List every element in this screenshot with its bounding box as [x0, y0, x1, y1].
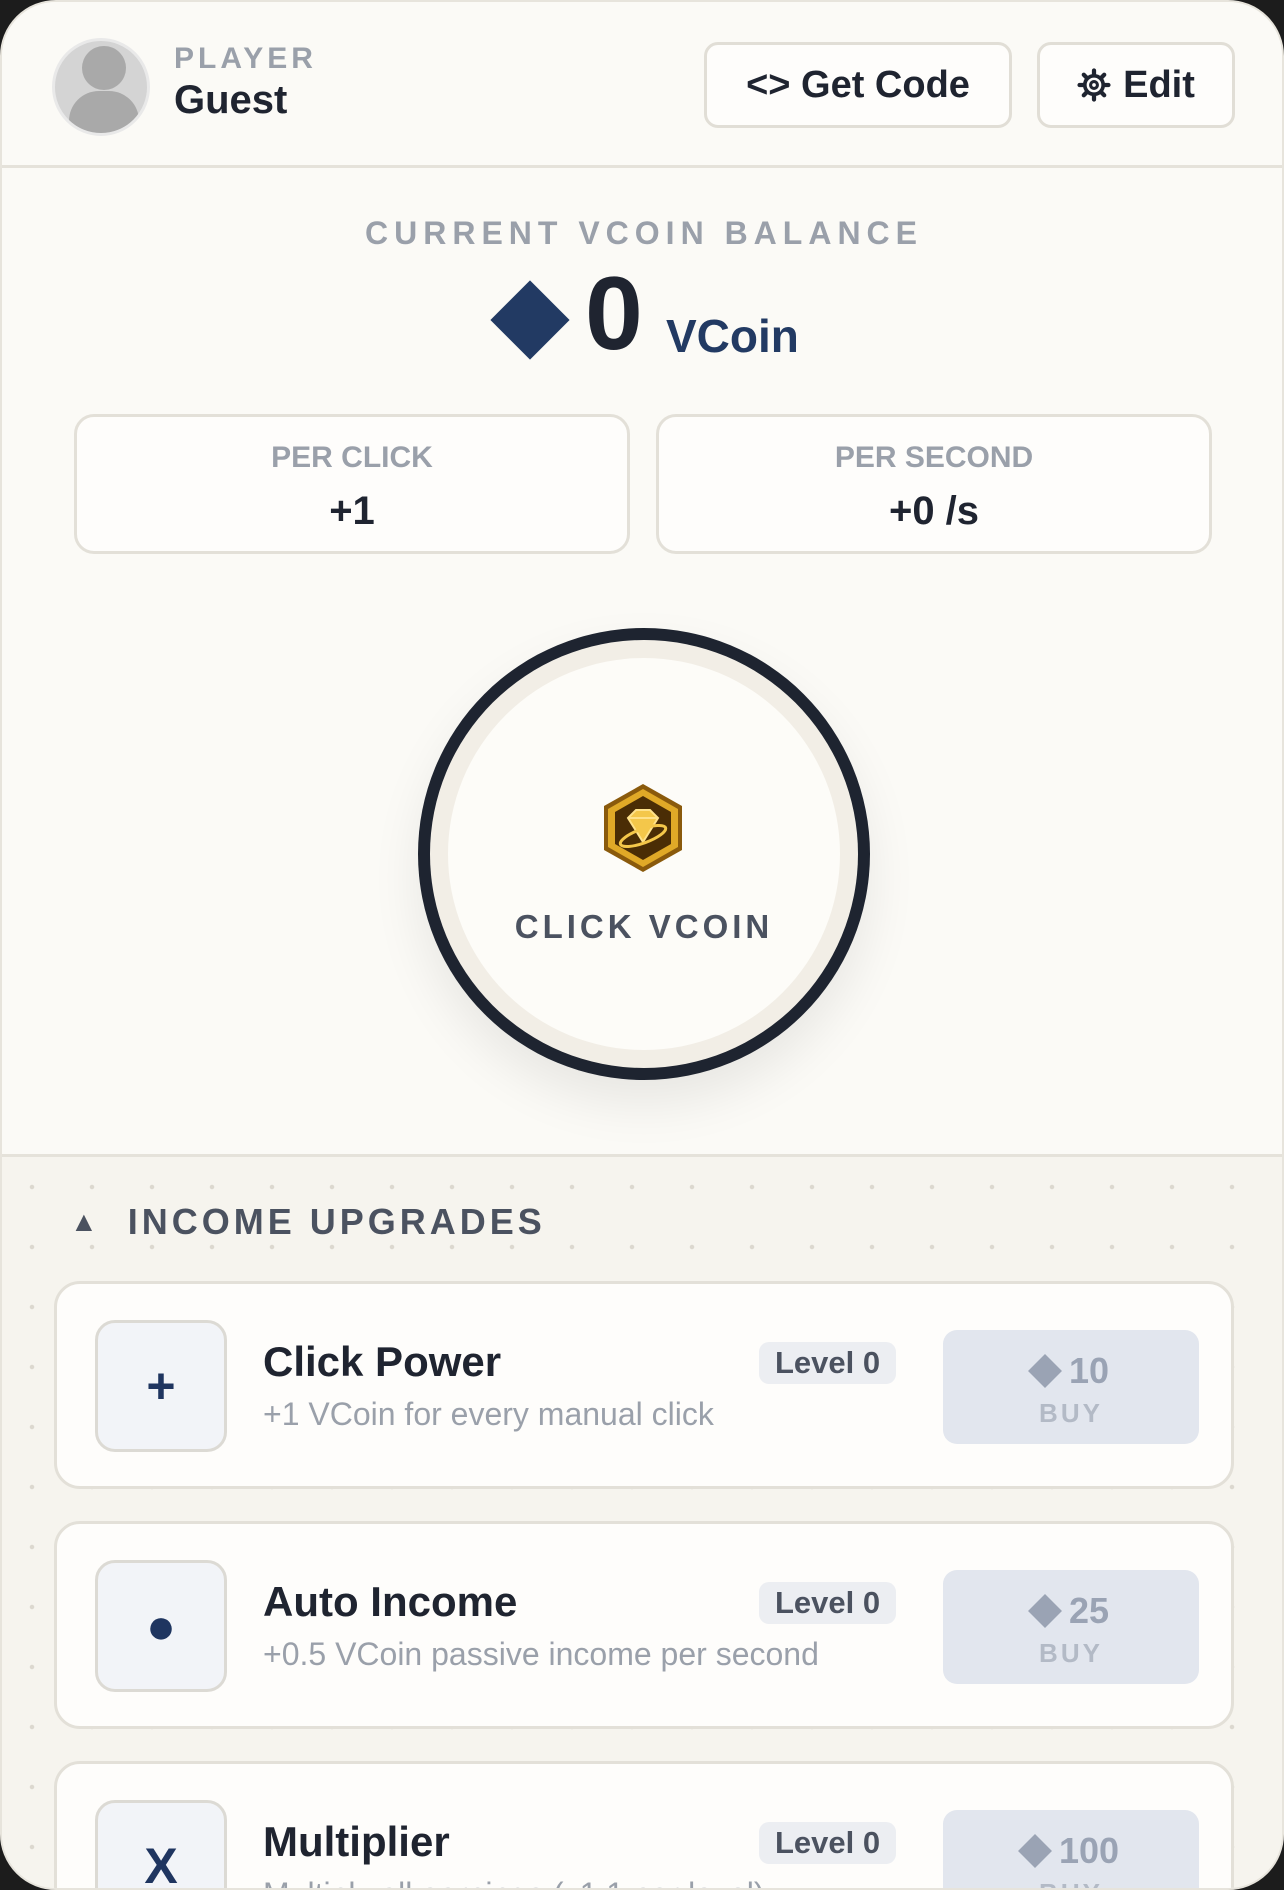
edit-label: Edit [1123, 63, 1195, 106]
app-window: PLAYER Guest <> Get Code Edit CURRENT VC… [0, 0, 1284, 1890]
avatar[interactable] [52, 38, 150, 136]
upgrade-card-multiplier: X Multiplier Multiply all earnings (x1.1… [54, 1761, 1234, 1888]
per-click-value: +1 [329, 489, 375, 533]
click-vcoin-button[interactable]: CLICK VCOIN [418, 628, 870, 1080]
per-click-label: PER CLICK [271, 441, 433, 474]
upgrades-title: INCOME UPGRADES [127, 1201, 546, 1242]
upgrade-desc: +0.5 VCoin passive income per second [263, 1636, 819, 1672]
get-code-button[interactable]: <> Get Code [704, 42, 1012, 128]
gold-gem-coin-icon [598, 782, 688, 874]
avatar-head-icon [82, 46, 126, 90]
diamond-icon [1027, 1594, 1062, 1628]
level-badge: Level 0 [759, 1342, 897, 1384]
buy-click-power-button[interactable]: 10 BUY [943, 1330, 1199, 1444]
player-name: Guest [174, 78, 288, 122]
price-value: 100 [1058, 1830, 1120, 1871]
price: 100 [943, 1830, 1199, 1872]
upgrade-name: Click Power [263, 1338, 502, 1385]
price: 25 [943, 1590, 1199, 1632]
dot-icon: ● [95, 1560, 227, 1692]
buy-label: BUY [1039, 1398, 1103, 1428]
multiply-x-icon: X [95, 1800, 227, 1888]
upgrade-name: Multiplier [263, 1818, 450, 1865]
price-value: 25 [1068, 1590, 1110, 1631]
gear-icon [1077, 68, 1111, 102]
level-badge: Level 0 [759, 1582, 897, 1624]
diamond-icon [1017, 1834, 1052, 1868]
upgrade-card-auto-income: ● Auto Income +0.5 VCoin passive income … [54, 1521, 1234, 1729]
buy-label: BUY [943, 1878, 1199, 1888]
per-click-stat: PER CLICK +1 [74, 414, 630, 554]
buy-multiplier-button[interactable]: 100 BUY [943, 1810, 1199, 1888]
per-second-value: +0 /s [888, 489, 980, 533]
price: 10 [943, 1350, 1199, 1392]
balance-value: 0 [585, 256, 643, 372]
avatar-body-icon [69, 91, 139, 133]
per-second-stat: PER SECOND +0 /s [656, 414, 1212, 554]
upgrades-header[interactable]: ▲ INCOME UPGRADES [70, 1201, 546, 1243]
player-label: PLAYER [174, 42, 317, 75]
balance-unit: VCoin [666, 310, 799, 362]
price-value: 10 [1068, 1350, 1110, 1391]
upgrade-desc: Multiply all earnings (x1.1 per level) [263, 1876, 765, 1888]
get-code-label: <> Get Code [746, 63, 970, 106]
upgrade-name: Auto Income [263, 1578, 518, 1625]
edit-button[interactable]: Edit [1037, 42, 1235, 128]
click-vcoin-label: CLICK VCOIN [514, 908, 774, 945]
per-second-label: PER SECOND [834, 441, 1034, 474]
level-badge: Level 0 [759, 1822, 897, 1864]
upgrades-panel: ▲ INCOME UPGRADES + Click Power +1 VCoin… [2, 1154, 1282, 1888]
upgrade-card-click-power: + Click Power +1 VCoin for every manual … [54, 1281, 1234, 1489]
collapse-triangle-icon: ▲ [70, 1206, 102, 1237]
buy-label: BUY [1039, 1638, 1103, 1668]
balance-label: CURRENT VCOIN BALANCE [365, 215, 923, 251]
buy-auto-income-button[interactable]: 25 BUY [943, 1570, 1199, 1684]
header: PLAYER Guest <> Get Code Edit [2, 2, 1282, 168]
vcoin-diamond-icon [490, 280, 570, 360]
upgrade-desc: +1 VCoin for every manual click [263, 1396, 714, 1432]
diamond-icon [1027, 1354, 1062, 1388]
plus-icon: + [95, 1320, 227, 1452]
